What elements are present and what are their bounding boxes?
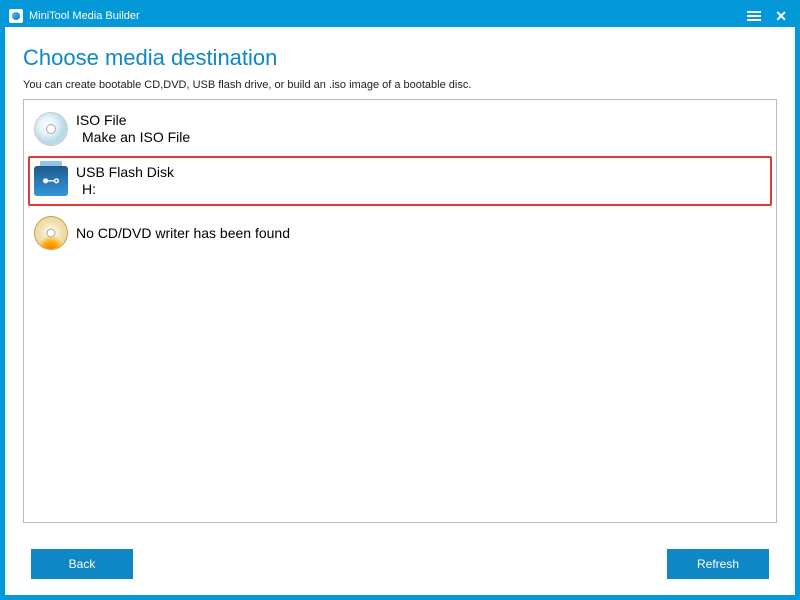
destination-list: ISO File Make an ISO File USB Flash Disk… xyxy=(23,99,777,523)
footer: Back Refresh xyxy=(5,535,795,595)
option-iso-subtitle: Make an ISO File xyxy=(76,129,190,147)
app-title: MiniTool Media Builder xyxy=(29,10,747,22)
back-button[interactable]: Back xyxy=(31,549,133,579)
close-icon[interactable]: ✕ xyxy=(775,8,787,25)
option-cd[interactable]: No CD/DVD writer has been found xyxy=(28,208,772,258)
option-usb-subtitle: H: xyxy=(76,181,174,199)
usb-drive-icon xyxy=(32,162,70,200)
app-window: MiniTool Media Builder ✕ Choose media de… xyxy=(0,0,800,600)
option-cd-text: No CD/DVD writer has been found xyxy=(76,225,290,241)
cd-burn-icon xyxy=(32,214,70,252)
menu-icon[interactable] xyxy=(747,11,761,21)
content-area: Choose media destination You can create … xyxy=(5,27,795,535)
option-usb-text: USB Flash Disk H: xyxy=(76,164,174,199)
option-iso-text: ISO File Make an ISO File xyxy=(76,112,190,147)
page-description: You can create bootable CD,DVD, USB flas… xyxy=(23,79,777,91)
option-usb[interactable]: USB Flash Disk H: xyxy=(28,156,772,206)
iso-disc-icon xyxy=(32,110,70,148)
option-iso-title: ISO File xyxy=(76,112,190,130)
titlebar-actions: ✕ xyxy=(747,8,787,25)
refresh-button[interactable]: Refresh xyxy=(667,549,769,579)
option-iso[interactable]: ISO File Make an ISO File xyxy=(28,104,772,154)
app-icon xyxy=(9,9,23,23)
titlebar: MiniTool Media Builder ✕ xyxy=(5,5,795,27)
option-usb-title: USB Flash Disk xyxy=(76,164,174,182)
page-title: Choose media destination xyxy=(23,45,777,71)
